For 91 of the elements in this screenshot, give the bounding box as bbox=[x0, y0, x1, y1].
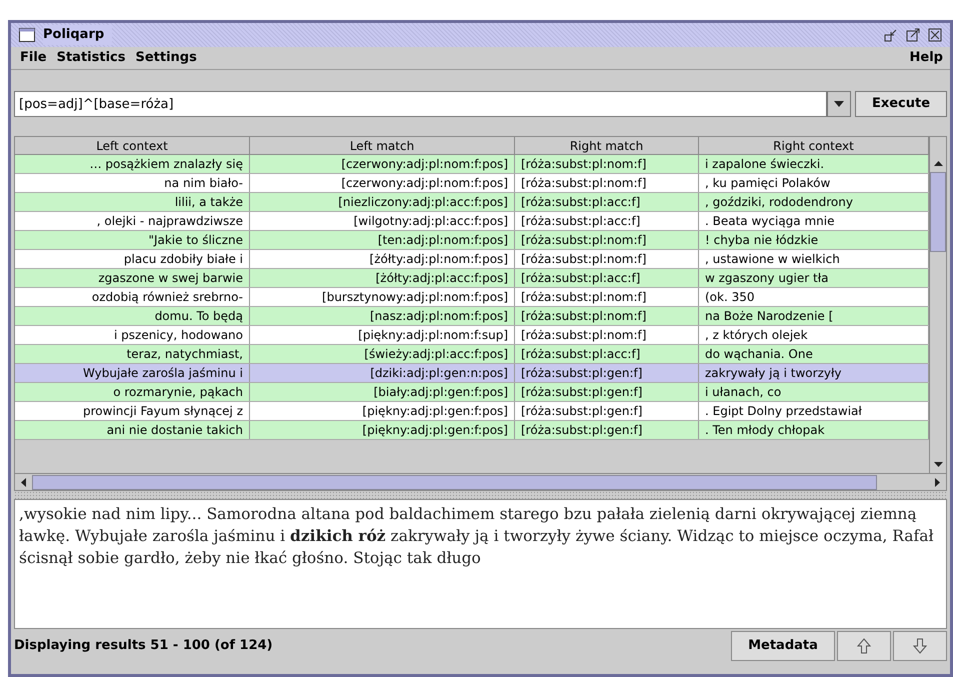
column-header[interactable]: Left match bbox=[250, 137, 515, 154]
column-header[interactable]: Left context bbox=[15, 137, 250, 154]
result-row[interactable]: lilii, a także [niezliczony:adj:pl:acc:f:pos] [róża:subst:pl:acc:f] , goździki, rododendrony bbox=[15, 193, 929, 212]
table-cell: [róża:subst:pl:gen:f] bbox=[515, 383, 699, 401]
table-cell: "Jakie to śliczne bbox=[15, 231, 250, 249]
context-text: ,wysokie nad nim lipy... Samorodna altana pod baldachimem starego bzu pałała zielenią darni okrywającej ziemną ławkę. Wybujałe zarośla jaśminu i dzikich róż zakrywały ją i tworzyły żywe ściany. Widząc to miejsce oczyma, Rafał ścisnął sobie gardło, żeby nie łkać głośno. Stojąc tak długo bbox=[19, 504, 935, 569]
result-row[interactable]: i pszenicy, hodowano [piękny:adj:pl:nom:f:sup] [róża:subst:pl:nom:f] , z których olejek bbox=[15, 326, 929, 345]
table-cell: [piękny:adj:pl:gen:f:pos] bbox=[250, 402, 515, 420]
result-row[interactable]: Wybujałe zarośla jaśminu i [dziki:adj:pl:gen:n:pos] [róża:subst:pl:gen:f] zakrywały ją i tworzyły bbox=[15, 364, 929, 383]
table-cell: [róża:subst:pl:gen:f] bbox=[515, 364, 699, 382]
result-row[interactable]: domu. To będą [nasz:adj:pl:nom:f:pos] [róża:subst:pl:nom:f] na Boże Narodzenie [ bbox=[15, 307, 929, 326]
table-cell: , olejki - najprawdziwsze bbox=[15, 212, 250, 230]
table-cell: domu. To będą bbox=[15, 307, 250, 325]
table-cell: [dziki:adj:pl:gen:n:pos] bbox=[250, 364, 515, 382]
table-cell: [piękny:adj:pl:nom:f:sup] bbox=[250, 326, 515, 344]
result-row[interactable]: … posążkiem znalazły się [czerwony:adj:pl:nom:f:pos] [róża:subst:pl:nom:f] i zapalone świeczki. bbox=[15, 155, 929, 174]
table-cell: o rozmarynie, pąkach bbox=[15, 383, 250, 401]
result-row[interactable]: ani nie dostanie takich [piękny:adj:pl:gen:f:pos] [róża:subst:pl:gen:f] . Ten młody chłopak bbox=[15, 421, 929, 440]
next-page-button[interactable] bbox=[893, 631, 947, 661]
result-row[interactable]: na nim biało- [czerwony:adj:pl:nom:f:pos] [róża:subst:pl:nom:f] , ku pamięci Polaków bbox=[15, 174, 929, 193]
table-cell: [róża:subst:pl:acc:f] bbox=[515, 345, 699, 363]
table-cell: … posążkiem znalazły się bbox=[15, 155, 250, 173]
query-field[interactable]: [pos=adj]^[base=róża] bbox=[14, 91, 827, 117]
table-cell: [piękny:adj:pl:gen:f:pos] bbox=[250, 421, 515, 439]
table-cell: [róża:subst:pl:gen:f] bbox=[515, 402, 699, 420]
scroll-right-icon[interactable] bbox=[935, 478, 940, 486]
table-cell: teraz, natychmiast, bbox=[15, 345, 250, 363]
table-cell: [róża:subst:pl:acc:f] bbox=[515, 269, 699, 287]
table-cell: zgaszone w swej barwie bbox=[15, 269, 250, 287]
table-cell: [bursztynowy:adj:pl:nom:f:pos] bbox=[250, 288, 515, 306]
result-row[interactable]: placu zdobiły białe i [żółty:adj:pl:nom:f:pos] [róża:subst:pl:nom:f] , ustawione w wielkich bbox=[15, 250, 929, 269]
table-cell: [róża:subst:pl:acc:f] bbox=[515, 193, 699, 211]
table-cell: placu zdobiły białe i bbox=[15, 250, 250, 268]
table-cell: [żółty:adj:pl:nom:f:pos] bbox=[250, 250, 515, 268]
table-cell: [nasz:adj:pl:nom:f:pos] bbox=[250, 307, 515, 325]
table-cell: [róża:subst:pl:gen:f] bbox=[515, 421, 699, 439]
table-cell: i pszenicy, hodowano bbox=[15, 326, 250, 344]
scroll-thumb[interactable] bbox=[930, 172, 946, 252]
table-cell: [czerwony:adj:pl:nom:f:pos] bbox=[250, 174, 515, 192]
table-cell: na nim biało- bbox=[15, 174, 250, 192]
result-row[interactable]: ozdobią również srebrno- [bursztynowy:adj:pl:nom:f:pos] [róża:subst:pl:nom:f] (ok. 350 bbox=[15, 288, 929, 307]
table-cell: [czerwony:adj:pl:nom:f:pos] bbox=[250, 155, 515, 173]
maximize-icon[interactable] bbox=[906, 28, 920, 42]
table-cell: [róża:subst:pl:nom:f] bbox=[515, 174, 699, 192]
result-row[interactable]: teraz, natychmiast, [świeży:adj:pl:acc:f:pos] [róża:subst:pl:acc:f] do wąchania. One bbox=[15, 345, 929, 364]
previous-page-button[interactable] bbox=[837, 631, 891, 661]
dropdown-button[interactable] bbox=[827, 91, 851, 117]
table-cell: [róża:subst:pl:nom:f] bbox=[515, 155, 699, 173]
table-cell: lilii, a także bbox=[15, 193, 250, 211]
menu-item[interactable]: Statistics bbox=[52, 48, 130, 68]
table-cell: [wilgotny:adj:pl:acc:f:pos] bbox=[250, 212, 515, 230]
table-cell: ozdobią również srebrno- bbox=[15, 288, 250, 306]
menu-item[interactable]: Settings bbox=[130, 48, 202, 68]
result-row[interactable]: prowincji Fayum słynącej z [piękny:adj:pl:gen:f:pos] [róża:subst:pl:gen:f] . Egipt Dolny przedstawiał bbox=[15, 402, 929, 421]
down-arrow-icon bbox=[913, 638, 927, 654]
window-title: Poliqarp bbox=[43, 25, 112, 45]
result-row[interactable]: o rozmarynie, pąkach [biały:adj:pl:gen:f:pos] [róża:subst:pl:gen:f] i ułanach, co bbox=[15, 383, 929, 402]
window-icon bbox=[19, 28, 35, 42]
result-row[interactable]: , olejki - najprawdziwsze [wilgotny:adj:pl:acc:f:pos] [róża:subst:pl:acc:f] . Beata wyciąga mnie bbox=[15, 212, 929, 231]
status-text: Displaying results 51 - 100 (of 124) bbox=[14, 637, 274, 656]
scroll-up-icon[interactable] bbox=[934, 161, 942, 166]
result-row[interactable]: zgaszone w swej barwie [żółty:adj:pl:acc:f:pos] [róża:subst:pl:acc:f] w zgaszony ugier tła bbox=[15, 269, 929, 288]
scroll-thumb[interactable] bbox=[32, 474, 877, 490]
result-row[interactable]: "Jakie to śliczne [ten:adj:pl:nom:f:pos] [róża:subst:pl:nom:f] ! chyba nie łódzkie bbox=[15, 231, 929, 250]
table-cell: prowincji Fayum słynącej z bbox=[15, 402, 250, 420]
metadata-button[interactable]: Metadata bbox=[731, 631, 835, 661]
menu-item[interactable]: Help bbox=[906, 48, 946, 68]
scroll-down-icon[interactable] bbox=[934, 462, 942, 467]
close-icon[interactable] bbox=[928, 28, 942, 42]
table-cell: [biały:adj:pl:gen:f:pos] bbox=[250, 383, 515, 401]
table-cell: [róża:subst:pl:nom:f] bbox=[515, 326, 699, 344]
scroll-left-icon[interactable] bbox=[21, 478, 26, 486]
table-cell: [świeży:adj:pl:acc:f:pos] bbox=[250, 345, 515, 363]
table-cell: [niezliczony:adj:pl:acc:f:pos] bbox=[250, 193, 515, 211]
table-cell: [żółty:adj:pl:acc:f:pos] bbox=[250, 269, 515, 287]
table-cell: [ten:adj:pl:nom:f:pos] bbox=[250, 231, 515, 249]
horizontal-scrollbar[interactable] bbox=[15, 473, 946, 490]
menu-item[interactable]: File bbox=[15, 48, 52, 68]
table-cell: [róża:subst:pl:nom:f] bbox=[515, 231, 699, 249]
table-cell: [róża:subst:pl:nom:f] bbox=[515, 307, 699, 325]
dropdown-caret-icon[interactable] bbox=[834, 101, 844, 107]
table-cell: [róża:subst:pl:nom:f] bbox=[515, 250, 699, 268]
vertical-scrollbar[interactable] bbox=[929, 137, 946, 473]
table-cell: [róża:subst:pl:nom:f] bbox=[515, 288, 699, 306]
table-cell: ani nie dostanie takich bbox=[15, 421, 250, 439]
table-cell: [róża:subst:pl:acc:f] bbox=[515, 212, 699, 230]
up-arrow-icon bbox=[857, 638, 871, 654]
column-header[interactable]: Right match bbox=[515, 137, 699, 154]
table-cell: Wybujałe zarośla jaśminu i bbox=[15, 364, 250, 382]
execute-button[interactable]: Execute bbox=[855, 91, 947, 117]
minimize-icon[interactable] bbox=[884, 28, 898, 42]
